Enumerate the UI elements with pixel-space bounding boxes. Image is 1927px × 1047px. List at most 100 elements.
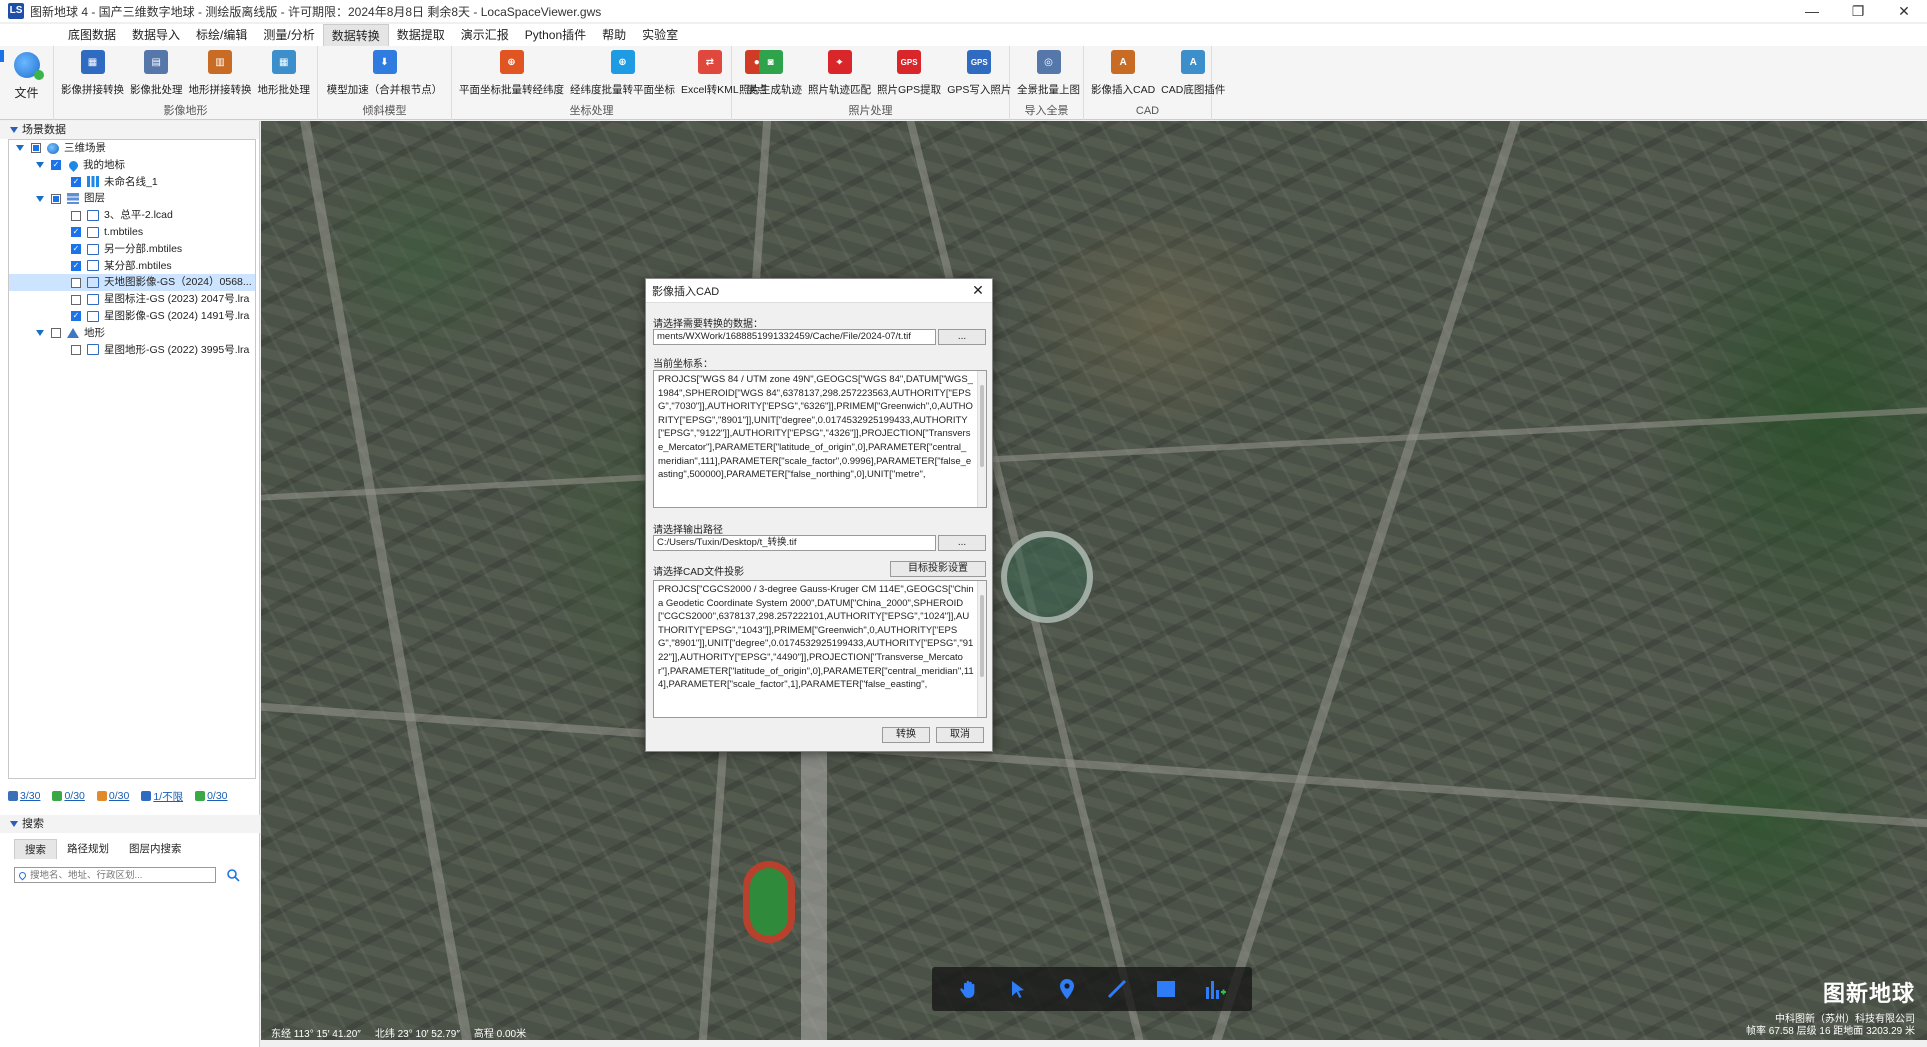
longitude-readout: 东经 113° 15′ 41.20″ (271, 1028, 361, 1040)
target-projection-button[interactable]: 目标投影设置 (890, 561, 986, 577)
layer-checkbox[interactable]: ✓ (71, 261, 81, 271)
ribbon-button[interactable]: ▦ 影像拼接转换 (58, 50, 127, 97)
ribbon-button[interactable]: GPS GPS写入照片 (944, 50, 1014, 97)
line-icon[interactable] (1103, 975, 1131, 1003)
layer-checkbox[interactable] (51, 193, 61, 204)
tree-node[interactable]: 图层 (9, 190, 255, 207)
layer-checkbox[interactable]: ✓ (51, 160, 61, 171)
ribbon-button[interactable]: ⊕ 经纬度批量转平面坐标 (567, 50, 678, 97)
layer-checkbox[interactable] (71, 294, 81, 305)
convert-button[interactable]: 转换 (882, 727, 930, 743)
search-input-box[interactable] (14, 867, 216, 883)
menu-tab[interactable]: 演示汇报 (453, 24, 517, 46)
layer-checkbox[interactable] (71, 210, 81, 221)
tree-node[interactable]: ✓ 另一分部.mbtiles (9, 241, 255, 258)
hand-icon[interactable] (955, 975, 983, 1003)
layer-count-stat[interactable]: 0/30 (96, 788, 129, 804)
ribbon-button[interactable]: A CAD底图插件 (1158, 50, 1228, 97)
ribbon-tool-icon: ◙ (758, 50, 783, 74)
ribbon-tool-icon: ⊕ (499, 50, 524, 74)
layer-count-stat[interactable]: 3/30 (8, 788, 40, 804)
layer-checkbox[interactable]: ✓ (71, 227, 81, 238)
cad-crs-textarea[interactable]: PROJCS["CGCS2000 / 3-degree Gauss-Kruger… (653, 580, 987, 718)
layer-checkbox[interactable]: ✓ (71, 177, 81, 187)
terrain-icon (67, 328, 79, 339)
current-crs-textarea[interactable]: PROJCS["WGS 84 / UTM zone 49N",GEOGCS["W… (653, 370, 987, 508)
search-tab[interactable]: 图层内搜索 (119, 839, 192, 859)
tree-node[interactable]: 天地图影像-GS（2024）0568... (9, 274, 255, 292)
pointer-icon[interactable] (1004, 975, 1032, 1003)
tree-node[interactable]: 三维场景 (9, 140, 255, 157)
ribbon-button[interactable]: GPS 照片GPS提取 (874, 50, 944, 97)
close-icon[interactable]: ✕ (970, 282, 986, 298)
tree-node[interactable]: 星图地形-GS (2022) 3995号.lra (9, 342, 255, 359)
browse-input-button[interactable]: ... (938, 329, 986, 345)
file-button[interactable]: 文件 (0, 46, 54, 120)
tree-node[interactable]: ✓ 星图影像-GS (2024) 1491号.lra (9, 308, 255, 325)
image-layer-icon (87, 310, 99, 322)
scrollbar[interactable] (977, 581, 986, 717)
pin-icon[interactable] (1053, 975, 1081, 1003)
search-header[interactable]: 搜索 (0, 815, 260, 833)
layer-checkbox[interactable] (31, 143, 41, 154)
expand-arrow-icon[interactable] (35, 194, 45, 204)
ribbon-button[interactable]: ⌖ 照片轨迹匹配 (805, 50, 874, 97)
rect-icon[interactable] (1152, 975, 1180, 1003)
brand-company: 中科图新（苏州）科技有限公司 (1775, 1014, 1915, 1025)
tree-node[interactable]: ✓ 某分部.mbtiles (9, 258, 255, 275)
search-icon[interactable] (226, 868, 240, 882)
ribbon-button[interactable]: ◙ 照片生成轨迹 (736, 50, 805, 97)
close-window-button[interactable]: ✕ (1881, 0, 1927, 22)
tree-node[interactable]: 3、总平-2.lcad (9, 207, 255, 224)
chart-icon[interactable] (1201, 975, 1229, 1003)
ribbon-button[interactable]: ⊕ 平面坐标批量转经纬度 (456, 50, 567, 97)
road (261, 407, 1927, 501)
layer-count-stat[interactable]: 1/不限 (141, 788, 183, 804)
menu-tab[interactable]: 标绘/编辑 (188, 24, 255, 46)
cad-crs-text: PROJCS["CGCS2000 / 3-degree Gauss-Kruger… (658, 584, 974, 691)
input-path-field[interactable]: ments/WXWork/1688851991332459/Cache/File… (653, 329, 936, 345)
tree-node[interactable]: ✓ t.mbtiles (9, 224, 255, 241)
search-input[interactable] (30, 869, 210, 881)
tree-node[interactable]: ✓ 我的地标 (9, 157, 255, 174)
ribbon-tool-icon: ▦ (80, 50, 105, 74)
ribbon-button[interactable]: ▤ 影像批处理 (127, 50, 186, 97)
expand-arrow-icon[interactable] (35, 328, 45, 338)
search-tab[interactable]: 路径规划 (57, 839, 119, 859)
ribbon-button[interactable]: ⬇ 模型加速（合并根节点） (324, 50, 446, 97)
menu-tab[interactable]: 底图数据 (60, 24, 124, 46)
layer-checkbox[interactable] (51, 328, 61, 339)
expand-arrow-icon[interactable] (35, 160, 45, 170)
expand-arrow-icon[interactable] (15, 143, 25, 153)
ribbon-button[interactable]: A 影像插入CAD (1088, 50, 1158, 97)
layer-count-stat[interactable]: 0/30 (52, 788, 85, 804)
layer-checkbox[interactable] (71, 277, 81, 288)
menu-tab[interactable]: 实验室 (634, 24, 686, 46)
tree-node[interactable]: ✓ 未命名线_1 (9, 174, 255, 191)
cancel-button[interactable]: 取消 (936, 727, 984, 743)
ribbon-button[interactable]: ▦ 地形批处理 (255, 50, 314, 97)
output-path-field[interactable]: C:/Users/Tuxin/Desktop/t_转换.tif (653, 535, 936, 551)
layer-count-stat[interactable]: 0/30 (195, 788, 228, 804)
browse-output-button[interactable]: ... (938, 535, 986, 551)
menu-tab[interactable]: 数据转换 (322, 24, 389, 46)
ribbon-button[interactable]: ◎ 全景批量上图 (1014, 50, 1083, 97)
tree-node[interactable]: 星图标注-GS (2023) 2047号.lra (9, 291, 255, 308)
ribbon-button[interactable]: ▥ 地形拼接转换 (186, 50, 255, 97)
map-view[interactable]: 图新地球 中科图新（苏州）科技有限公司 东经 113° 15′ 41.20″ 北… (261, 121, 1927, 1040)
ribbon-button-label: 照片生成轨迹 (739, 84, 802, 96)
search-tab[interactable]: 搜索 (14, 839, 57, 859)
layer-checkbox[interactable]: ✓ (71, 244, 81, 255)
minimize-button[interactable]: — (1789, 0, 1835, 22)
scene-data-header[interactable]: 场景数据 (0, 121, 259, 139)
menu-tab[interactable]: 数据提取 (389, 24, 453, 46)
menu-tab[interactable]: 帮助 (594, 24, 634, 46)
layer-checkbox[interactable] (71, 344, 81, 355)
restore-button[interactable]: ❐ (1835, 0, 1881, 22)
scrollbar[interactable] (977, 371, 986, 507)
menu-tab[interactable]: 测量/分析 (255, 24, 322, 46)
tree-node[interactable]: 地形 (9, 325, 255, 342)
menu-tab[interactable]: Python插件 (517, 24, 594, 46)
menu-tab[interactable]: 数据导入 (124, 24, 188, 46)
layer-checkbox[interactable]: ✓ (71, 311, 81, 322)
